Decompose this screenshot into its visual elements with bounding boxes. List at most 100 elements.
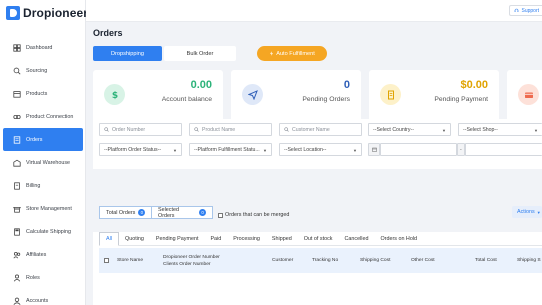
shop-select[interactable]: --Select Shop-- ▼ [458,123,542,136]
sidebar-item-virtual-warehouse[interactable]: Virtual Warehouse [3,151,83,174]
sidebar-item-dashboard[interactable]: Dashboard [3,36,83,59]
customer-name-input[interactable]: Customer Name [279,123,362,136]
tab-quoting[interactable]: Quoting [119,232,150,246]
country-select[interactable]: --Select Country-- ▼ [368,123,451,136]
brand-logo[interactable]: Dropioneer [6,6,88,20]
roles-icon [13,274,21,282]
order-status-tabs: All Quoting Pending Payment Paid Process… [99,232,542,246]
sidebar-item-orders[interactable]: Orders [3,128,83,151]
filter-panel: Order Number Product Name Customer Name … [93,119,542,169]
tab-pending-payment[interactable]: Pending Payment [150,232,205,246]
sidebar-item-label: Products [26,90,48,97]
warehouse-icon [13,159,21,167]
top-bar: Support [86,0,542,22]
date-from-input[interactable] [380,143,457,156]
sidebar-item-products[interactable]: Products [3,82,83,105]
merge-checkbox[interactable] [218,212,223,218]
sidebar-item-store-management[interactable]: Store Management [3,197,83,220]
sidebar-item-billing[interactable]: Billing [3,174,83,197]
order-number-input[interactable]: Order Number [99,123,182,136]
platform-order-status-value: --Platform Order Status-- [104,146,162,153]
location-select-value: --Select Location-- [284,146,327,153]
pending-orders-label: Pending Orders [302,96,350,103]
select-all-checkbox[interactable] [104,258,109,263]
sidebar-item-accounts[interactable]: Accounts [3,289,83,305]
location-select[interactable]: --Select Location-- ▼ [279,143,362,156]
sidebar-item-label: Virtual Warehouse [26,159,71,166]
main-content: Orders Dropshipping Bulk Order Auto Fulf… [86,22,542,305]
calculator-icon [13,227,21,236]
sidebar-item-affiliates[interactable]: Affiliates [3,243,83,266]
column-order-number-line1: Dropioneer Order Number [163,254,220,260]
brand-name: Dropioneer [23,6,89,20]
orders-icon [13,135,21,144]
selected-orders-label: Selected Orders [158,206,179,219]
platform-fulfillment-status-value: --Platform Fulfillment Statu... [194,146,260,153]
date-separator: - [457,143,465,156]
column-order-number: Dropioneer Order Number Clients Order Nu… [163,248,220,273]
chevron-down-icon: ▼ [536,209,541,215]
tab-cancelled[interactable]: Cancelled [338,232,374,246]
calendar-button[interactable] [368,143,380,156]
support-button[interactable]: Support [509,5,542,16]
account-balance-label: Account balance [161,96,212,103]
platform-order-status-select[interactable]: --Platform Order Status-- ▼ [99,143,182,156]
tab-paid[interactable]: Paid [204,232,227,246]
headset-icon [515,8,519,12]
card-icon [518,84,539,105]
tab-dropshipping[interactable]: Dropshipping [93,46,162,61]
merge-label: Orders that can be merged [225,212,290,218]
sidebar-item-roles[interactable]: Roles [3,266,83,289]
svg-text:$: $ [111,91,117,100]
tab-processing[interactable]: Processing [227,232,266,246]
sidebar-item-product-connection[interactable]: Product Connection [3,105,83,128]
platform-fulfillment-status-select[interactable]: --Platform Fulfillment Statu... ▼ [189,143,272,156]
chevron-down-icon: ▼ [534,128,538,133]
date-to-input[interactable] [465,143,542,156]
sidebar-item-sourcing[interactable]: Sourcing [3,59,83,82]
receipt-icon [380,84,401,105]
lightning-icon [270,51,274,56]
sidebar-item-calculate-shipping[interactable]: Calculate Shipping [3,220,83,243]
orders-table-panel: All Quoting Pending Payment Paid Process… [93,232,542,305]
search-icon [104,127,109,132]
search-icon [194,127,199,132]
sidebar-item-label: Sourcing [26,67,48,74]
tab-orders-on-hold[interactable]: Orders on Hold [374,232,423,246]
select-all-cell [104,248,109,273]
merge-filter[interactable]: Orders that can be merged [218,212,289,218]
total-orders-pill[interactable]: Total Orders 0 [99,206,153,219]
sidebar-item-label: Accounts [26,297,49,304]
pending-orders-value: 0 [343,79,350,91]
auto-fulfillment-button[interactable]: Auto Fulfillment [257,46,327,61]
tab-shipped[interactable]: Shipped [266,232,298,246]
chevron-down-icon: ▼ [173,148,177,153]
pending-payment-label: Pending Payment [434,96,488,103]
chevron-down-icon: ▼ [353,148,357,153]
selected-orders-pill[interactable]: Selected Orders 0 [151,206,213,219]
sidebar-nav: Dashboard Sourcing Products Product Conn… [0,36,86,305]
column-tracking-no: Tracking No [312,258,339,263]
tab-all[interactable]: All [99,232,119,246]
actions-label: Actions [517,209,535,215]
column-shipping-status: Shipping S [517,258,541,263]
product-name-input[interactable]: Product Name [189,123,272,136]
chevron-down-icon: ▼ [263,148,267,153]
pending-payment-value: $0.00 [460,79,488,91]
search-icon [284,127,289,132]
dashboard-icon [13,43,21,52]
actions-dropdown[interactable]: Actions ▼ [512,206,542,218]
date-separator-text: - [460,146,462,153]
account-balance-value: 0.00 [190,79,212,91]
tab-bulk-order[interactable]: Bulk Order [164,46,236,61]
column-customer: Customer [272,258,294,263]
table-header: Store Name Dropioneer Order Number Clien… [99,248,542,273]
total-orders-count: 0 [138,209,146,216]
affiliates-icon [13,251,21,259]
logo-icon [6,6,20,20]
link-icon [13,113,21,121]
tab-out-of-stock[interactable]: Out of stock [298,232,339,246]
sidebar-item-label: Billing [26,182,41,189]
chevron-down-icon: ▼ [442,128,446,133]
send-icon [242,84,263,105]
